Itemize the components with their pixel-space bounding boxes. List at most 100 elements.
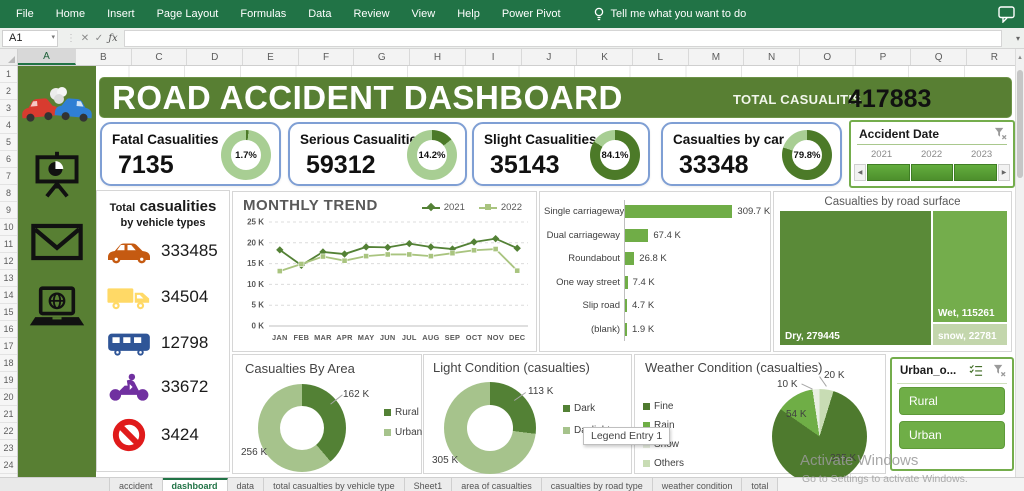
timeline-segment-2023[interactable] (954, 164, 998, 181)
column-header-O[interactable]: O (800, 49, 856, 65)
timeline-left-arrow[interactable]: ◀ (854, 164, 866, 181)
area-donut-chart[interactable]: Casualties By Area 162 K 256 K Rural Urb… (232, 354, 422, 474)
sheet-tab-total[interactable]: total (742, 478, 779, 491)
row-header-21[interactable]: 21 (0, 406, 17, 423)
kpi-card-fatal[interactable]: Fatal Casualities 7135 1.7% (100, 122, 281, 186)
monthly-trend-chart[interactable]: MONTHLY TREND 2021 2022 0 K 5 K 10 K 15 K 20… (232, 191, 537, 352)
sheet-tab-Sheet1[interactable]: Sheet1 (404, 478, 453, 491)
column-header-M[interactable]: M (689, 49, 745, 65)
menu-review[interactable]: Review (353, 8, 389, 20)
vertical-scrollbar[interactable] (1015, 66, 1024, 477)
kpi-card-serious[interactable]: Serious Casualities 59312 14.2% (288, 122, 467, 186)
clear-filter-icon[interactable] (994, 127, 1007, 140)
name-box-dropdown-icon[interactable]: ▾ (51, 33, 55, 41)
sheet-tab-data[interactable]: data (227, 478, 265, 491)
column-header-B[interactable]: B (76, 49, 132, 65)
timeline-segment-2021[interactable] (867, 164, 910, 181)
row-header-6[interactable]: 6 (0, 151, 17, 168)
accident-date-timeline[interactable]: Accident Date 2021 2022 2023 ◀ ▶ (849, 120, 1015, 188)
column-header-J[interactable]: J (522, 49, 578, 65)
row-header-14[interactable]: 14 (0, 287, 17, 304)
select-all-corner[interactable] (0, 49, 18, 65)
row-header-13[interactable]: 13 (0, 270, 17, 287)
sheet-tab-accident[interactable]: accident (110, 478, 163, 491)
row-header-1[interactable]: 1 (0, 66, 17, 83)
sheet-tab-casualties-by-road-type[interactable]: casualties by road type (541, 478, 653, 491)
menu-file[interactable]: File (16, 8, 34, 20)
row-header-12[interactable]: 12 (0, 253, 17, 270)
column-header-P[interactable]: P (856, 49, 912, 65)
enter-icon[interactable]: ✓ (92, 33, 106, 44)
row-header-16[interactable]: 16 (0, 321, 17, 338)
row-header-3[interactable]: 3 (0, 100, 17, 117)
row-header-23[interactable]: 23 (0, 440, 17, 457)
light-condition-chart[interactable]: Light Condition (casualties) 113 K 305 K… (423, 354, 632, 474)
formula-input[interactable] (124, 29, 1002, 47)
row-header-8[interactable]: 8 (0, 185, 17, 202)
timeline-divider (857, 144, 1007, 145)
kpi-card-car[interactable]: Casualties by car 33348 79.8% (661, 122, 842, 186)
clear-filter-icon[interactable] (993, 364, 1006, 377)
column-header-C[interactable]: C (132, 49, 188, 65)
row-header-7[interactable]: 7 (0, 168, 17, 185)
activate-windows-watermark: Activate Windows (800, 452, 919, 469)
row-header-15[interactable]: 15 (0, 304, 17, 321)
multi-select-icon[interactable] (969, 364, 983, 377)
menu-home[interactable]: Home (56, 8, 85, 20)
cancel-icon[interactable]: ✕ (78, 33, 92, 44)
slicer-item-urban[interactable]: Urban (899, 421, 1005, 449)
column-header-H[interactable]: H (410, 49, 466, 65)
menu-power-pivot[interactable]: Power Pivot (502, 8, 561, 20)
menu-insert[interactable]: Insert (107, 8, 135, 20)
timeline-right-arrow[interactable]: ▶ (998, 164, 1010, 181)
menu-help[interactable]: Help (457, 8, 480, 20)
bar-category: Dual carriageway (546, 229, 620, 241)
sheet-tab-area-of-casualties[interactable]: area of casualties (452, 478, 542, 491)
timeline-segment-2022[interactable] (910, 164, 954, 181)
row-header-24[interactable]: 24 (0, 457, 17, 474)
tell-me-box[interactable]: Tell me what you want to do (593, 7, 746, 22)
column-header-N[interactable]: N (744, 49, 800, 65)
scroll-up-icon[interactable]: ▲ (1015, 49, 1024, 66)
name-box[interactable]: A1 ▾ (2, 29, 58, 47)
formula-bar-expand-icon[interactable]: ▾ (1016, 34, 1020, 43)
row-header-17[interactable]: 17 (0, 338, 17, 355)
timeline-year-2021: 2021 (871, 149, 893, 160)
slicer-item-rural[interactable]: Rural (899, 387, 1005, 415)
menu-view[interactable]: View (412, 8, 436, 20)
comment-icon[interactable] (998, 6, 1016, 23)
sheet-tab-dashboard[interactable]: dashboard (162, 478, 228, 491)
row-header-9[interactable]: 9 (0, 202, 17, 219)
kpi-value: 59312 (306, 151, 376, 179)
sheet-tab-total-casualties-by-vehicle-type[interactable]: total casualties by vehicle type (264, 478, 405, 491)
column-header-F[interactable]: F (299, 49, 355, 65)
bar-category: Slip road (582, 300, 621, 312)
column-header-D[interactable]: D (187, 49, 244, 65)
column-header-A[interactable]: A (18, 49, 76, 65)
column-header-E[interactable]: E (243, 49, 299, 65)
row-header-19[interactable]: 19 (0, 372, 17, 389)
row-header-11[interactable]: 11 (0, 236, 17, 253)
row-header-2[interactable]: 2 (0, 83, 17, 100)
column-header-L[interactable]: L (633, 49, 689, 65)
sheet-tab-weather-condition[interactable]: weather condition (652, 478, 743, 491)
insert-function-icon[interactable]: ƒx (106, 33, 120, 44)
kpi-card-slight[interactable]: Slight Casualities 35143 84.1% (472, 122, 650, 186)
column-header-K[interactable]: K (577, 49, 633, 65)
menu-data[interactable]: Data (308, 8, 331, 20)
row-header-22[interactable]: 22 (0, 423, 17, 440)
column-header-Q[interactable]: Q (911, 49, 967, 65)
row-header-10[interactable]: 10 (0, 219, 17, 236)
road-type-chart[interactable]: Single carriageway 309.7 K Dual carriagewa… (539, 191, 771, 352)
road-surface-treemap[interactable]: Casualties by road surface Dry, 279445 W… (773, 191, 1012, 352)
column-header-G[interactable]: G (354, 49, 411, 65)
row-header-18[interactable]: 18 (0, 355, 17, 372)
menu-formulas[interactable]: Formulas (240, 8, 286, 20)
scrollbar-thumb[interactable] (1017, 70, 1023, 178)
menu-page-layout[interactable]: Page Layout (157, 8, 219, 20)
row-header-4[interactable]: 4 (0, 117, 17, 134)
row-header-20[interactable]: 20 (0, 389, 17, 406)
row-header-5[interactable]: 5 (0, 134, 17, 151)
treemap-title: Casualties by road surface (824, 196, 961, 208)
column-header-I[interactable]: I (466, 49, 522, 65)
